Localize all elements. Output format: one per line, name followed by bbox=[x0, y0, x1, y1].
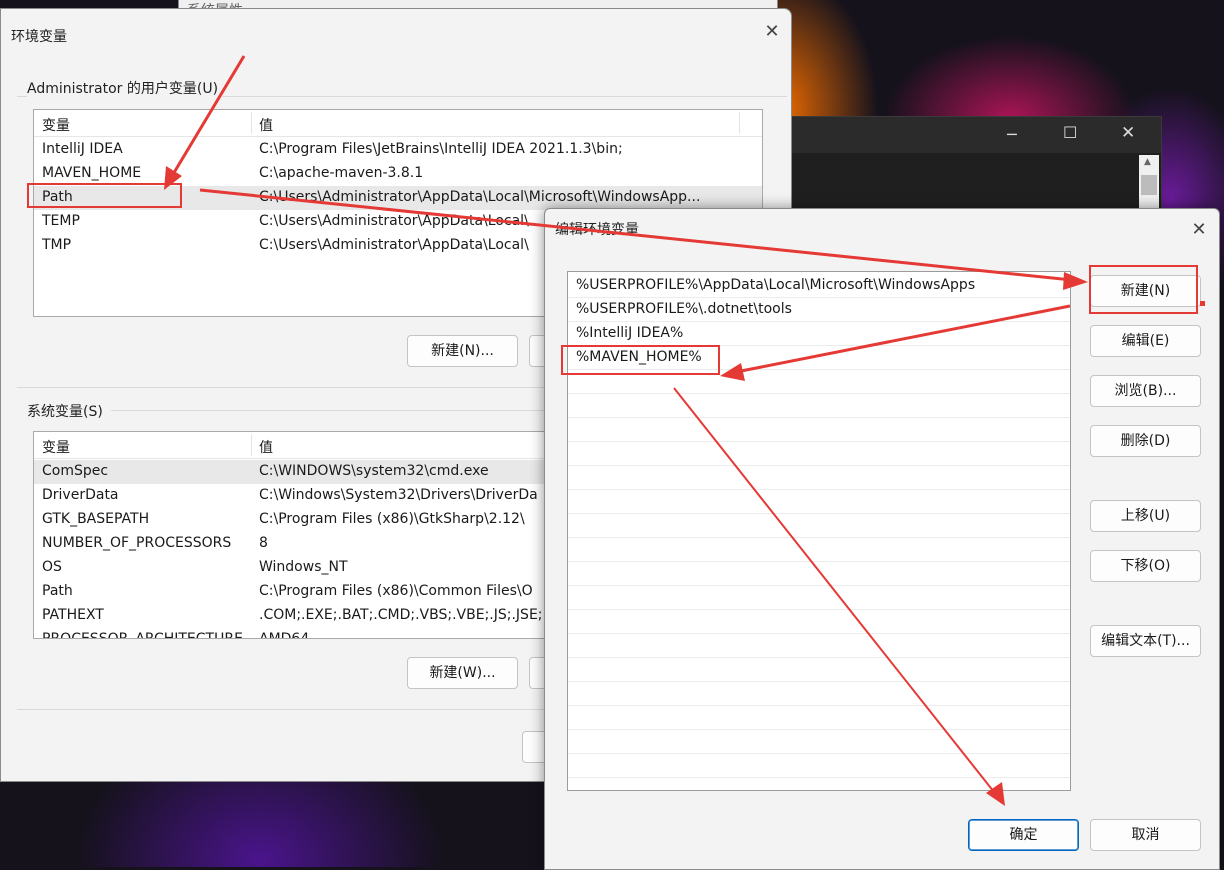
move-down-button[interactable]: 下移(O) bbox=[1090, 550, 1201, 582]
env-close-icon[interactable]: ✕ bbox=[759, 19, 785, 45]
path-entry-text: %IntelliJ IDEA% bbox=[576, 325, 684, 341]
system-new-button[interactable]: 新建(W)... bbox=[407, 657, 518, 689]
empty-row[interactable] bbox=[568, 610, 1070, 634]
variable-value: C:\Users\Administrator\AppData\Local\Mic… bbox=[259, 189, 701, 205]
variable-name: ComSpec bbox=[42, 463, 109, 479]
env-titlebar: 环境变量 ✕ bbox=[1, 9, 791, 54]
column-header-variable[interactable]: 变量 bbox=[42, 115, 70, 135]
empty-row[interactable] bbox=[568, 658, 1070, 682]
variable-value: C:\Program Files (x86)\Common Files\O bbox=[259, 583, 533, 599]
column-separator[interactable] bbox=[739, 112, 740, 134]
scrollbar-thumb[interactable] bbox=[1141, 175, 1157, 195]
path-entry[interactable]: %USERPROFILE%\AppData\Local\Microsoft\Wi… bbox=[568, 274, 1070, 298]
variable-value: C:\Users\Administrator\AppData\Local\ bbox=[259, 213, 529, 229]
variable-value: C:\WINDOWS\system32\cmd.exe bbox=[259, 463, 489, 479]
user-variables-label: Administrator 的用户变量(U) bbox=[27, 78, 223, 98]
edit-entry-button[interactable]: 编辑(E) bbox=[1090, 325, 1201, 357]
scroll-up-icon[interactable]: ▲ bbox=[1144, 157, 1151, 167]
column-header-value[interactable]: 值 bbox=[259, 115, 273, 135]
env-window-title: 环境变量 bbox=[11, 29, 67, 45]
empty-row[interactable] bbox=[568, 706, 1070, 730]
cancel-button[interactable]: 取消 bbox=[1090, 819, 1201, 851]
path-entry[interactable]: %IntelliJ IDEA% bbox=[568, 322, 1070, 346]
path-entry-text: %USERPROFILE%\.dotnet\tools bbox=[576, 301, 792, 317]
variable-value: C:\Program Files (x86)\GtkSharp\2.12\ bbox=[259, 511, 525, 527]
empty-row[interactable] bbox=[568, 682, 1070, 706]
variable-name: IntelliJ IDEA bbox=[42, 141, 123, 157]
variable-name: OS bbox=[42, 559, 62, 575]
variable-name: PROCESSOR_ARCHITECTURE bbox=[42, 631, 243, 639]
empty-row[interactable] bbox=[568, 730, 1070, 754]
empty-row[interactable] bbox=[568, 538, 1070, 562]
empty-row[interactable] bbox=[568, 418, 1070, 442]
close-icon[interactable]: ✕ bbox=[1121, 123, 1135, 143]
column-separator[interactable] bbox=[251, 112, 252, 134]
ok-button[interactable]: 确定 bbox=[968, 819, 1079, 851]
annotation-dot bbox=[1200, 301, 1205, 306]
empty-row[interactable] bbox=[568, 586, 1070, 610]
empty-row[interactable] bbox=[568, 514, 1070, 538]
variable-value: C:\Windows\System32\Drivers\DriverDa bbox=[259, 487, 538, 503]
variable-name: DriverData bbox=[42, 487, 119, 503]
variable-value: C:\Program Files\JetBrains\IntelliJ IDEA… bbox=[259, 141, 623, 157]
empty-row[interactable] bbox=[568, 394, 1070, 418]
variable-name: Path bbox=[42, 583, 73, 599]
empty-row[interactable] bbox=[568, 754, 1070, 778]
variable-value: .COM;.EXE;.BAT;.CMD;.VBS;.VBE;.JS;.JSE;. bbox=[259, 607, 547, 623]
empty-row[interactable] bbox=[568, 442, 1070, 466]
empty-row[interactable] bbox=[568, 562, 1070, 586]
variable-name: MAVEN_HOME bbox=[42, 165, 142, 181]
highlight-new-button bbox=[1089, 265, 1198, 314]
empty-row[interactable] bbox=[568, 466, 1070, 490]
variable-value: C:\Users\Administrator\AppData\Local\ bbox=[259, 237, 529, 253]
variable-value: Windows_NT bbox=[259, 559, 348, 575]
system-variables-label: 系统变量(S) bbox=[27, 401, 107, 421]
maximize-icon[interactable]: ☐ bbox=[1063, 123, 1077, 142]
edit-text-button[interactable]: 编辑文本(T)... bbox=[1090, 625, 1201, 657]
variable-name: TMP bbox=[42, 237, 72, 253]
empty-row[interactable] bbox=[568, 490, 1070, 514]
delete-button[interactable]: 删除(D) bbox=[1090, 425, 1201, 457]
edit-window-title: 编辑环境变量 bbox=[555, 222, 639, 238]
path-entry[interactable]: %USERPROFILE%\.dotnet\tools bbox=[568, 298, 1070, 322]
browse-button[interactable]: 浏览(B)... bbox=[1090, 375, 1201, 407]
highlight-user-path bbox=[27, 183, 182, 208]
edit-titlebar: 编辑环境变量 ✕ bbox=[545, 209, 1219, 254]
variable-value: AMD64 bbox=[259, 631, 310, 639]
variable-name: PATHEXT bbox=[42, 607, 104, 623]
variable-value: C:\apache-maven-3.8.1 bbox=[259, 165, 424, 181]
column-separator[interactable] bbox=[251, 434, 252, 456]
empty-row[interactable] bbox=[568, 634, 1070, 658]
column-header-value[interactable]: 值 bbox=[259, 437, 273, 457]
terminal-titlebar bbox=[791, 117, 1161, 153]
user-row-intellij[interactable]: IntelliJ IDEA C:\Program Files\JetBrains… bbox=[34, 138, 762, 162]
variable-name: TEMP bbox=[42, 213, 80, 229]
minimize-icon[interactable]: ─ bbox=[1007, 125, 1017, 144]
edit-close-icon[interactable]: ✕ bbox=[1186, 217, 1212, 243]
user-new-button[interactable]: 新建(N)... bbox=[407, 335, 518, 367]
highlight-maven-home-entry bbox=[561, 345, 720, 375]
variable-name: NUMBER_OF_PROCESSORS bbox=[42, 535, 232, 551]
path-entry-text: %USERPROFILE%\AppData\Local\Microsoft\Wi… bbox=[576, 277, 976, 293]
column-header-variable[interactable]: 变量 bbox=[42, 437, 70, 457]
variable-value: 8 bbox=[259, 535, 268, 551]
user-list-header: 变量 值 bbox=[34, 110, 762, 137]
variable-name: GTK_BASEPATH bbox=[42, 511, 150, 527]
move-up-button[interactable]: 上移(U) bbox=[1090, 500, 1201, 532]
